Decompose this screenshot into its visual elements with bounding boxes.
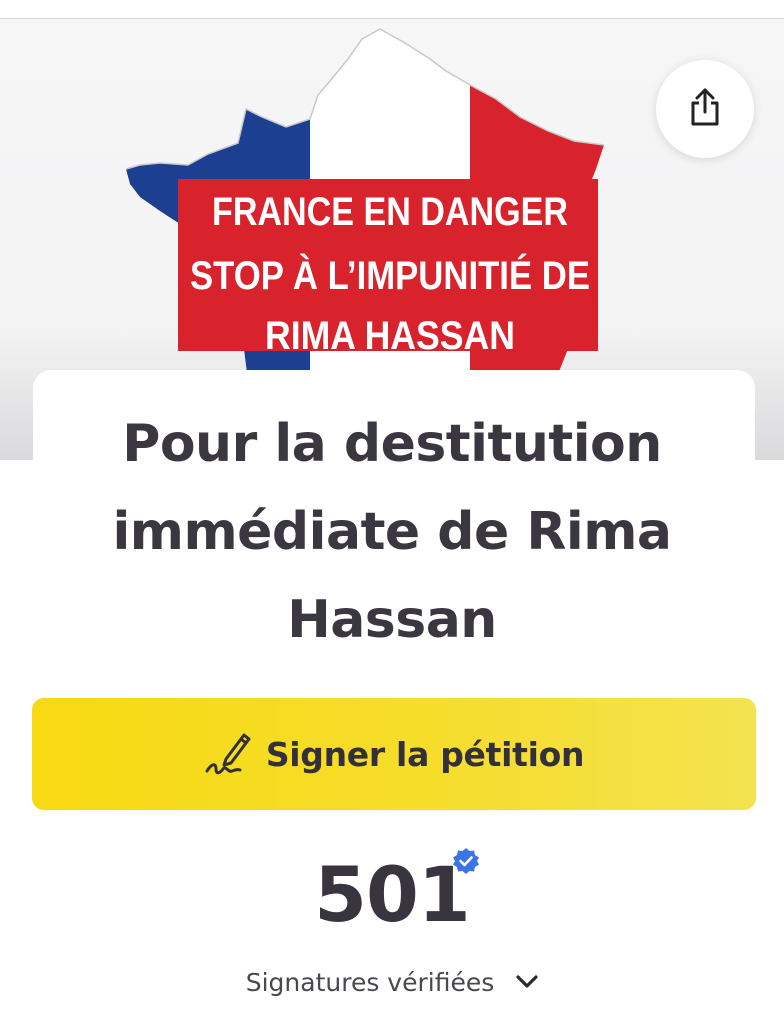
signature-count: 501 [314, 850, 471, 939]
verified-signatures-toggle[interactable]: Signatures vérifiées [0, 958, 784, 1006]
chevron-down-icon [516, 975, 538, 989]
sign-petition-button[interactable]: Signer la pétition [32, 698, 756, 810]
banner-line-1: FRANCE EN DANGER [212, 190, 568, 234]
banner-line-3: RIMA HASSAN [265, 314, 515, 358]
verified-signatures-label: Signatures vérifiées [245, 967, 495, 997]
sign-petition-label: Signer la pétition [265, 734, 585, 774]
verified-badge-icon [452, 847, 480, 875]
pen-signature-icon [204, 727, 256, 781]
petition-title: Pour la destitution immédiate de Rima Ha… [112, 414, 672, 650]
share-button[interactable] [656, 60, 754, 158]
share-icon [688, 87, 722, 131]
banner-line-2: STOP À L’IMPUNITIÉ DE [190, 253, 590, 298]
